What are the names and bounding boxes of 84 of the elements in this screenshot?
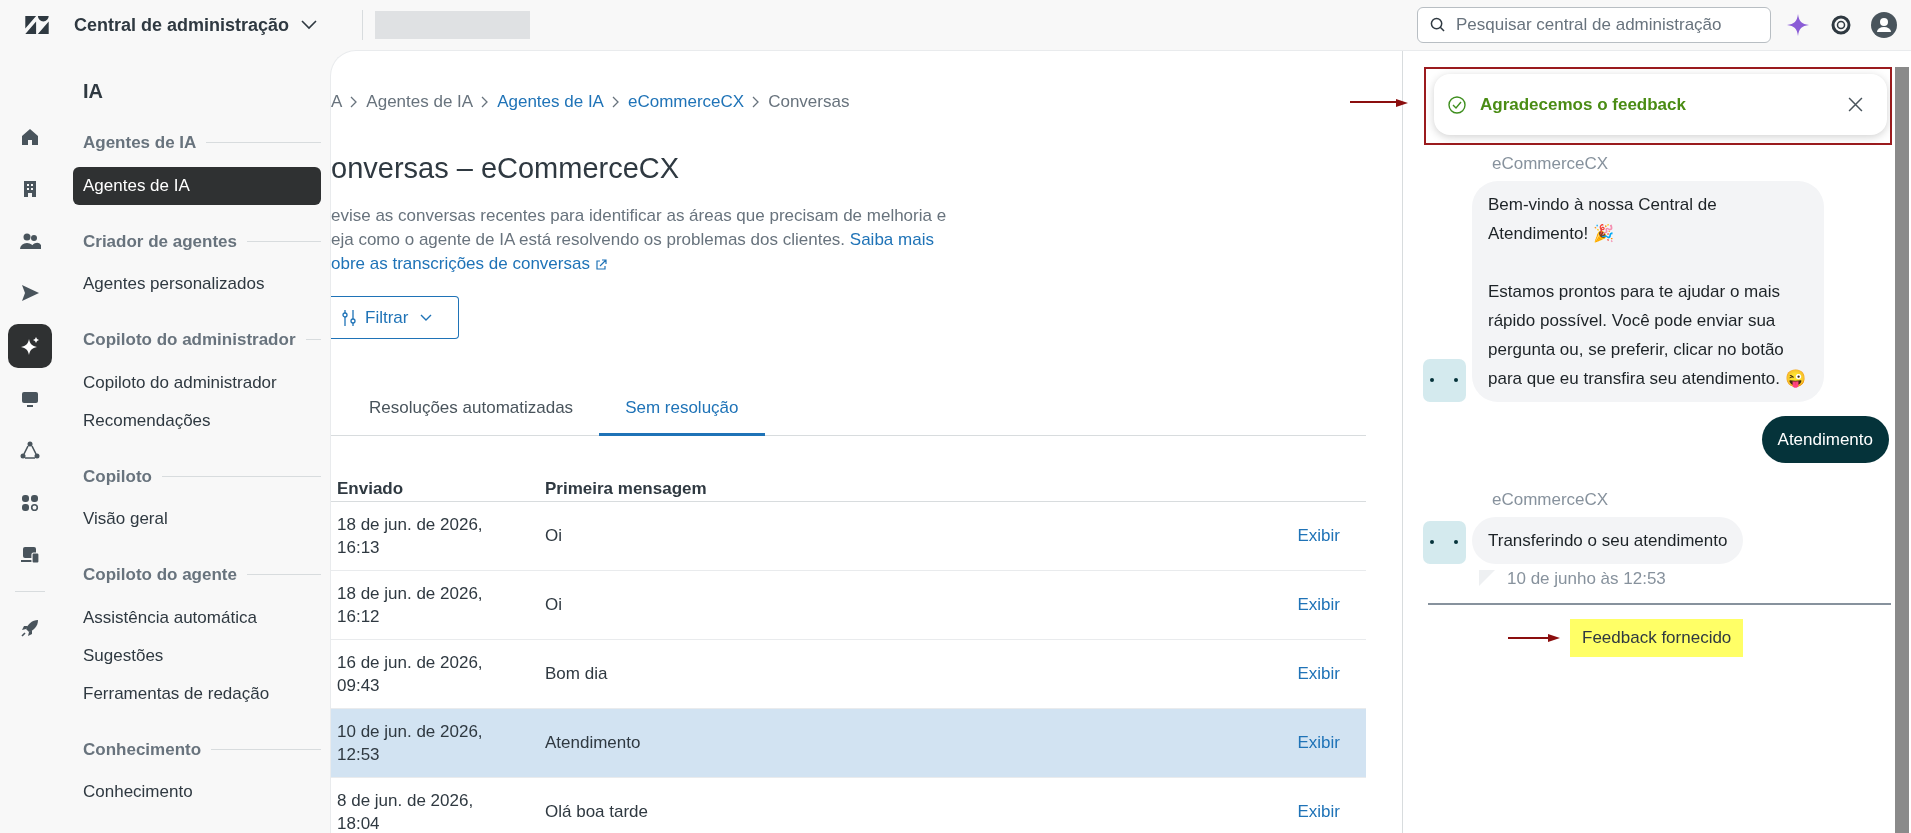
logo-icon[interactable] [25,16,49,34]
tab[interactable]: Resoluções automatizadas [343,395,600,436]
table-row[interactable]: 10 de jun. de 2026, 12:53 Atendimento Exibir [331,709,1366,778]
table-row[interactable]: 18 de jun. de 2026, 16:13 Oi Exibir [331,502,1366,571]
table-cell: Olá boa tarde [545,802,648,822]
scrollbar[interactable] [1895,67,1909,833]
chevron-right-icon [481,95,490,108]
chevron-right-icon [611,95,620,108]
annotation-arrow [1350,99,1408,107]
column-header: Enviado [336,477,405,500]
table-cell: 8 de jun. de 2026, 18:04 [337,791,474,833]
breadcrumb-item: A [331,91,343,113]
table-cell: 18 de jun. de 2026, 16:12 [337,584,483,626]
nav-item[interactable]: Recomendações [73,401,321,440]
bot-avatar-icon [1423,520,1466,564]
table-cell: 16 de jun. de 2026, 09:43 [337,653,483,695]
nav-item[interactable]: Agentes personalizados [73,265,321,303]
feedback-status: Feedback fornecido [1570,619,1744,657]
table-cell: Oi [545,595,562,615]
section-title: IA [82,79,104,104]
nav-item[interactable]: Agentes de IA [73,166,321,205]
chevron-right-icon [350,95,359,108]
nav-item[interactable]: Ferramentas de redação [73,674,321,713]
view-link[interactable]: Exibir [1297,661,1340,687]
table-cell: Atendimento [545,733,641,753]
nav-section-heading: Agentes de IA [83,132,197,154]
breadcrumb-link[interactable]: eCommerceCX [627,89,745,115]
product-menu[interactable]: Central de administração [74,11,318,39]
learn-more-link[interactable]: obre as transcrições de conversas [331,254,607,273]
chevron-down-icon [420,313,433,322]
nav-item[interactable]: Sugestões [73,636,321,675]
table-cell: 10 de jun. de 2026, 12:53 [337,722,483,764]
chat-bubble: Bem-vindo à nossa Central de Atendimento! 🎉 Estamos prontos para te ajudar o mais rápido possível. Você pode enviar sua pergunta ou, se preferir, clicar no botão para que eu transfira seu atendimento. 😜 [1472,180,1824,402]
breadcrumb-item: Conversas [768,91,850,113]
nav-item[interactable]: Conhecimento [73,773,321,811]
table-cell: Bom dia [545,664,608,684]
search-field[interactable]: Pesquisar central de administração [1417,7,1771,43]
nav-section-heading: Criador de agentes [83,230,237,253]
learn-more-link[interactable]: Saiba mais [849,230,934,249]
home-icon[interactable] [19,126,41,148]
sender-name: eCommerceCX [1492,489,1610,511]
paper-plane-icon[interactable] [19,282,41,304]
chat-bubble: Transferindo o seu atendimento [1472,516,1744,564]
filter-button[interactable]: Filtrar [331,296,459,339]
apps-icon[interactable] [19,492,41,514]
sliders-icon [341,308,357,327]
column-header: Primeira mensagem [545,477,707,500]
close-icon[interactable] [1848,97,1863,112]
toast-message: Agradecemos o feedback [1480,93,1687,116]
view-link[interactable]: Exibir [1297,799,1340,825]
page-title: onversas – eCommerceCX [331,150,681,186]
nav-item[interactable]: Visão geral [73,500,321,538]
chevron-down-icon [301,20,318,30]
external-link-icon [594,258,607,271]
page-description: evise as conversas recentes para identificar as áreas que precisam de melhoria e eja como o agente de IA está resolvendo os problemas dos clientes. Saiba mais obre as transcrições de conversas [331,205,948,275]
table-cell: Oi [545,526,562,546]
view-link[interactable]: Exibir [1297,523,1340,549]
help-icon[interactable] [1831,15,1851,35]
rocket-icon[interactable] [19,617,41,639]
search-icon [1430,17,1445,32]
sender-name: eCommerceCX [1492,153,1610,175]
chevron-right-icon [752,95,761,108]
bot-avatar-icon [1423,358,1466,402]
table-row[interactable]: 8 de jun. de 2026, 18:04 Olá boa tarde Exibir [331,778,1366,833]
view-link[interactable]: Exibir [1297,592,1340,618]
nav-section-heading: Copiloto do administrador [83,329,296,351]
annotation-arrow [1508,633,1560,642]
avatar-icon[interactable] [1871,12,1897,38]
nav-section-heading: Copiloto do agente [83,564,237,586]
chat-bubble: Atendimento [1761,415,1889,463]
breadcrumb-link[interactable]: Agentes de IA [497,89,604,115]
check-circle-icon [1448,95,1466,114]
table-row[interactable]: 18 de jun. de 2026, 16:12 Oi Exibir [331,571,1366,640]
view-link[interactable]: Exibir [1297,730,1340,756]
triangle-nodes-icon[interactable] [19,440,41,462]
breadcrumb-item: Agentes de IA [366,91,474,113]
nav-item[interactable]: Assistência automática [73,598,321,637]
nav-section-heading: Conhecimento [83,738,202,761]
laptop-phone-icon[interactable] [19,544,41,566]
nav-item[interactable]: Copiloto do administrador [73,363,321,402]
table-cell: 18 de jun. de 2026, 16:13 [337,515,483,557]
timestamp: 10 de junho às 12:53 [1507,567,1666,590]
nav-section-heading: Copiloto [83,465,152,488]
tab[interactable]: Sem resolução [599,395,765,436]
